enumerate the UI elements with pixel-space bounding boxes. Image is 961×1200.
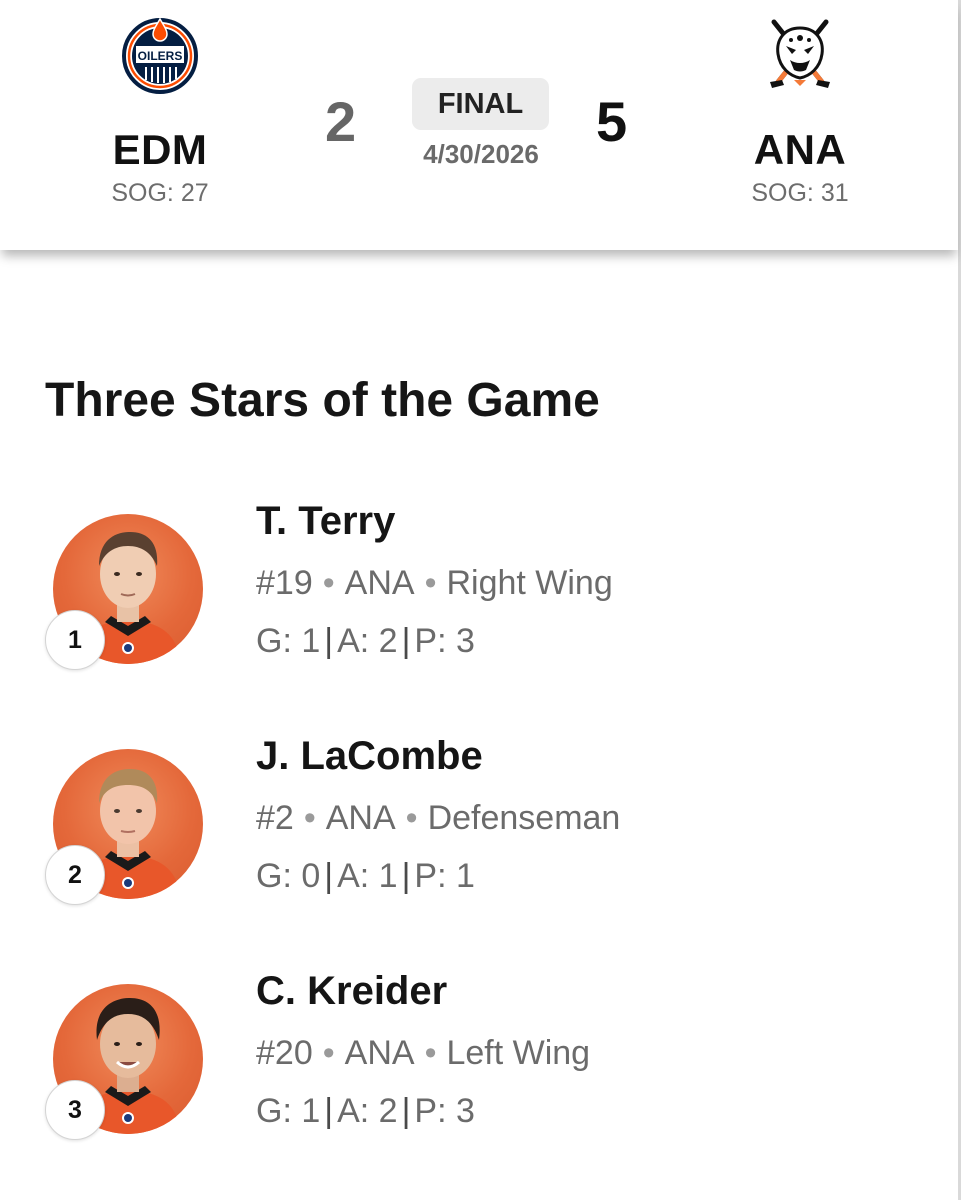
stat-goals: G: 1 [256, 1092, 321, 1130]
stat-divider: | [324, 1092, 334, 1130]
home-team-sog: SOG: 31 [751, 179, 849, 207]
player-name[interactable]: C. Kreider [256, 966, 447, 1016]
player-info: #19 • ANA • Right Wing [256, 562, 613, 604]
separator-dot: • [424, 564, 437, 602]
star-player-row[interactable]: 1 T. Terry #19 • ANA • Right Wing G: 1 | A: 2 |… [0, 496, 958, 676]
player-info: #2 • ANA • Defenseman [256, 797, 620, 839]
stat-divider: | [324, 622, 334, 660]
separator-dot: • [322, 1034, 335, 1072]
ducks-logo-icon [700, 0, 900, 112]
player-stats: G: 1 | A: 2 | P: 3 [256, 620, 475, 662]
away-team[interactable]: OILERS EDM SOG: 27 [60, 0, 260, 208]
player-number: #19 [256, 564, 313, 602]
stat-divider: | [401, 1092, 411, 1130]
player-number: #2 [256, 799, 294, 837]
stat-points: P: 3 [414, 1092, 475, 1130]
oilers-logo-text: OILERS [138, 49, 183, 63]
away-score: 2 [325, 90, 357, 153]
home-team-abbr: ANA [753, 126, 847, 173]
player-stats: G: 0 | A: 1 | P: 1 [256, 855, 475, 897]
away-team-sog: SOG: 27 [111, 179, 209, 207]
separator-dot: • [322, 564, 335, 602]
stat-divider: | [401, 622, 411, 660]
stat-assists: A: 1 [337, 857, 398, 895]
stat-divider: | [324, 857, 334, 895]
separator-dot: • [424, 1034, 437, 1072]
stat-assists: A: 2 [337, 1092, 398, 1130]
score-header: OILERS EDM SOG: 27 2 FINAL 4/30/2026 5 A… [0, 0, 958, 250]
game-date: 4/30/2026 [423, 139, 539, 169]
star-rank-badge: 3 [45, 1080, 105, 1140]
stat-goals: G: 0 [256, 857, 321, 895]
player-name[interactable]: J. LaCombe [256, 731, 483, 781]
player-position: Right Wing [446, 564, 613, 602]
star-player-row[interactable]: 2 J. LaCombe #2 • ANA • Defenseman G: 0 | A: 1… [0, 731, 958, 911]
oilers-logo-icon: OILERS [60, 0, 260, 112]
home-score: 5 [596, 90, 628, 153]
three-stars-title: Three Stars of the Game [45, 374, 600, 427]
player-team: ANA [344, 1034, 415, 1072]
player-info: #20 • ANA • Left Wing [256, 1032, 590, 1074]
separator-dot: • [303, 799, 316, 837]
stat-points: P: 3 [414, 622, 475, 660]
star-rank-badge: 2 [45, 845, 105, 905]
away-team-abbr: EDM [112, 126, 208, 173]
player-position: Left Wing [446, 1034, 591, 1072]
player-team: ANA [325, 799, 396, 837]
game-status-badge: FINAL [412, 78, 549, 130]
player-number: #20 [256, 1034, 313, 1072]
star-player-row[interactable]: 3 C. Kreider #20 • ANA • Left Wing G: 1 | A: 2… [0, 966, 958, 1146]
stat-assists: A: 2 [337, 622, 398, 660]
player-position: Defenseman [427, 799, 621, 837]
separator-dot: • [405, 799, 418, 837]
player-team: ANA [344, 564, 415, 602]
stat-divider: | [401, 857, 411, 895]
stat-goals: G: 1 [256, 622, 321, 660]
player-name[interactable]: T. Terry [256, 496, 395, 546]
player-stats: G: 1 | A: 2 | P: 3 [256, 1090, 475, 1132]
star-rank-badge: 1 [45, 610, 105, 670]
home-team[interactable]: ANA SOG: 31 [700, 0, 900, 208]
stat-points: P: 1 [414, 857, 475, 895]
